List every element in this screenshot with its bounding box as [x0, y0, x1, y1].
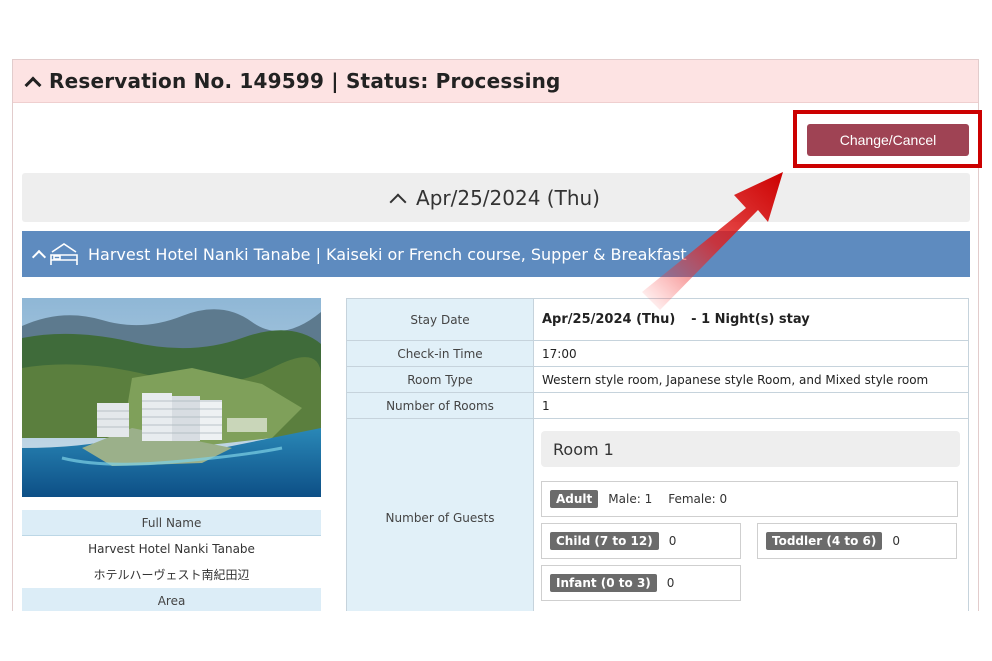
toddler-box: Toddler (4 to 6) 0	[757, 523, 957, 559]
reservation-details-table: Stay Date Apr/25/2024 (Thu) - 1 Night(s)…	[346, 298, 969, 611]
reservation-title: Reservation No. 149599 | Status: Process…	[49, 69, 561, 93]
area-label: Area	[22, 588, 321, 611]
adult-tag: Adult	[550, 490, 599, 508]
child-tag: Child (7 to 12)	[550, 532, 659, 550]
room-title: Room 1	[541, 431, 960, 467]
hotel-info: Full Name Harvest Hotel Nanki Tanabe ホテル…	[22, 510, 321, 611]
bed-icon	[50, 243, 78, 265]
child-value: 0	[668, 534, 677, 548]
guests-cell: Room 1 Adult Male: 1 Female: 0 Child (7 …	[533, 418, 969, 611]
adult-box: Adult Male: 1 Female: 0	[541, 481, 958, 517]
full-name-en: Harvest Hotel Nanki Tanabe	[88, 542, 255, 556]
full-name-jp: ホテルハーヴェスト南紀田辺	[93, 568, 250, 582]
chevron-up-icon[interactable]	[24, 76, 42, 94]
date-heading: Apr/25/2024 (Thu)	[416, 185, 600, 210]
infant-tag: Infant (0 to 3)	[550, 574, 657, 592]
checkin-value: 17:00	[533, 340, 969, 367]
checkin-label: Check-in Time	[346, 340, 534, 367]
male-label: Male:	[608, 492, 641, 506]
date-section-header[interactable]: Apr/25/2024 (Thu)	[22, 173, 970, 222]
hotel-plan-title: Harvest Hotel Nanki Tanabe | Kaiseki or …	[88, 244, 687, 264]
toddler-value: 0	[892, 534, 901, 548]
stay-date-label: Stay Date	[346, 298, 534, 341]
toddler-tag: Toddler (4 to 6)	[766, 532, 883, 550]
rooms-value: 1	[533, 392, 969, 419]
child-toddler-row: Child (7 to 12) 0 Toddler (4 to 6) 0	[541, 523, 960, 559]
infant-value: 0	[666, 576, 675, 590]
full-name-label: Full Name	[22, 510, 321, 536]
chevron-up-icon[interactable]	[389, 193, 407, 210]
rooms-label: Number of Rooms	[346, 392, 534, 419]
reservation-panel: Reservation No. 149599 | Status: Process…	[12, 59, 979, 611]
infant-row: Infant (0 to 3) 0	[541, 565, 960, 601]
guests-label: Number of Guests	[346, 418, 534, 611]
change-cancel-button[interactable]: Change/Cancel	[807, 124, 969, 156]
male-value: 1	[644, 492, 653, 506]
female-label: Female:	[668, 492, 716, 506]
hotel-section-header[interactable]: Harvest Hotel Nanki Tanabe | Kaiseki or …	[22, 231, 970, 277]
female-value: 0	[719, 492, 728, 506]
hotel-photo	[22, 298, 321, 497]
room-type-value: Western style room, Japanese style Room,…	[533, 366, 969, 393]
reservation-header[interactable]: Reservation No. 149599 | Status: Process…	[13, 60, 978, 103]
arrow-annotation-icon	[642, 172, 783, 310]
infant-box: Infant (0 to 3) 0	[541, 565, 741, 601]
room-type-label: Room Type	[346, 366, 534, 393]
chevron-up-icon[interactable]	[31, 249, 47, 265]
child-box: Child (7 to 12) 0	[541, 523, 741, 559]
adult-row: Adult Male: 1 Female: 0	[541, 481, 960, 517]
